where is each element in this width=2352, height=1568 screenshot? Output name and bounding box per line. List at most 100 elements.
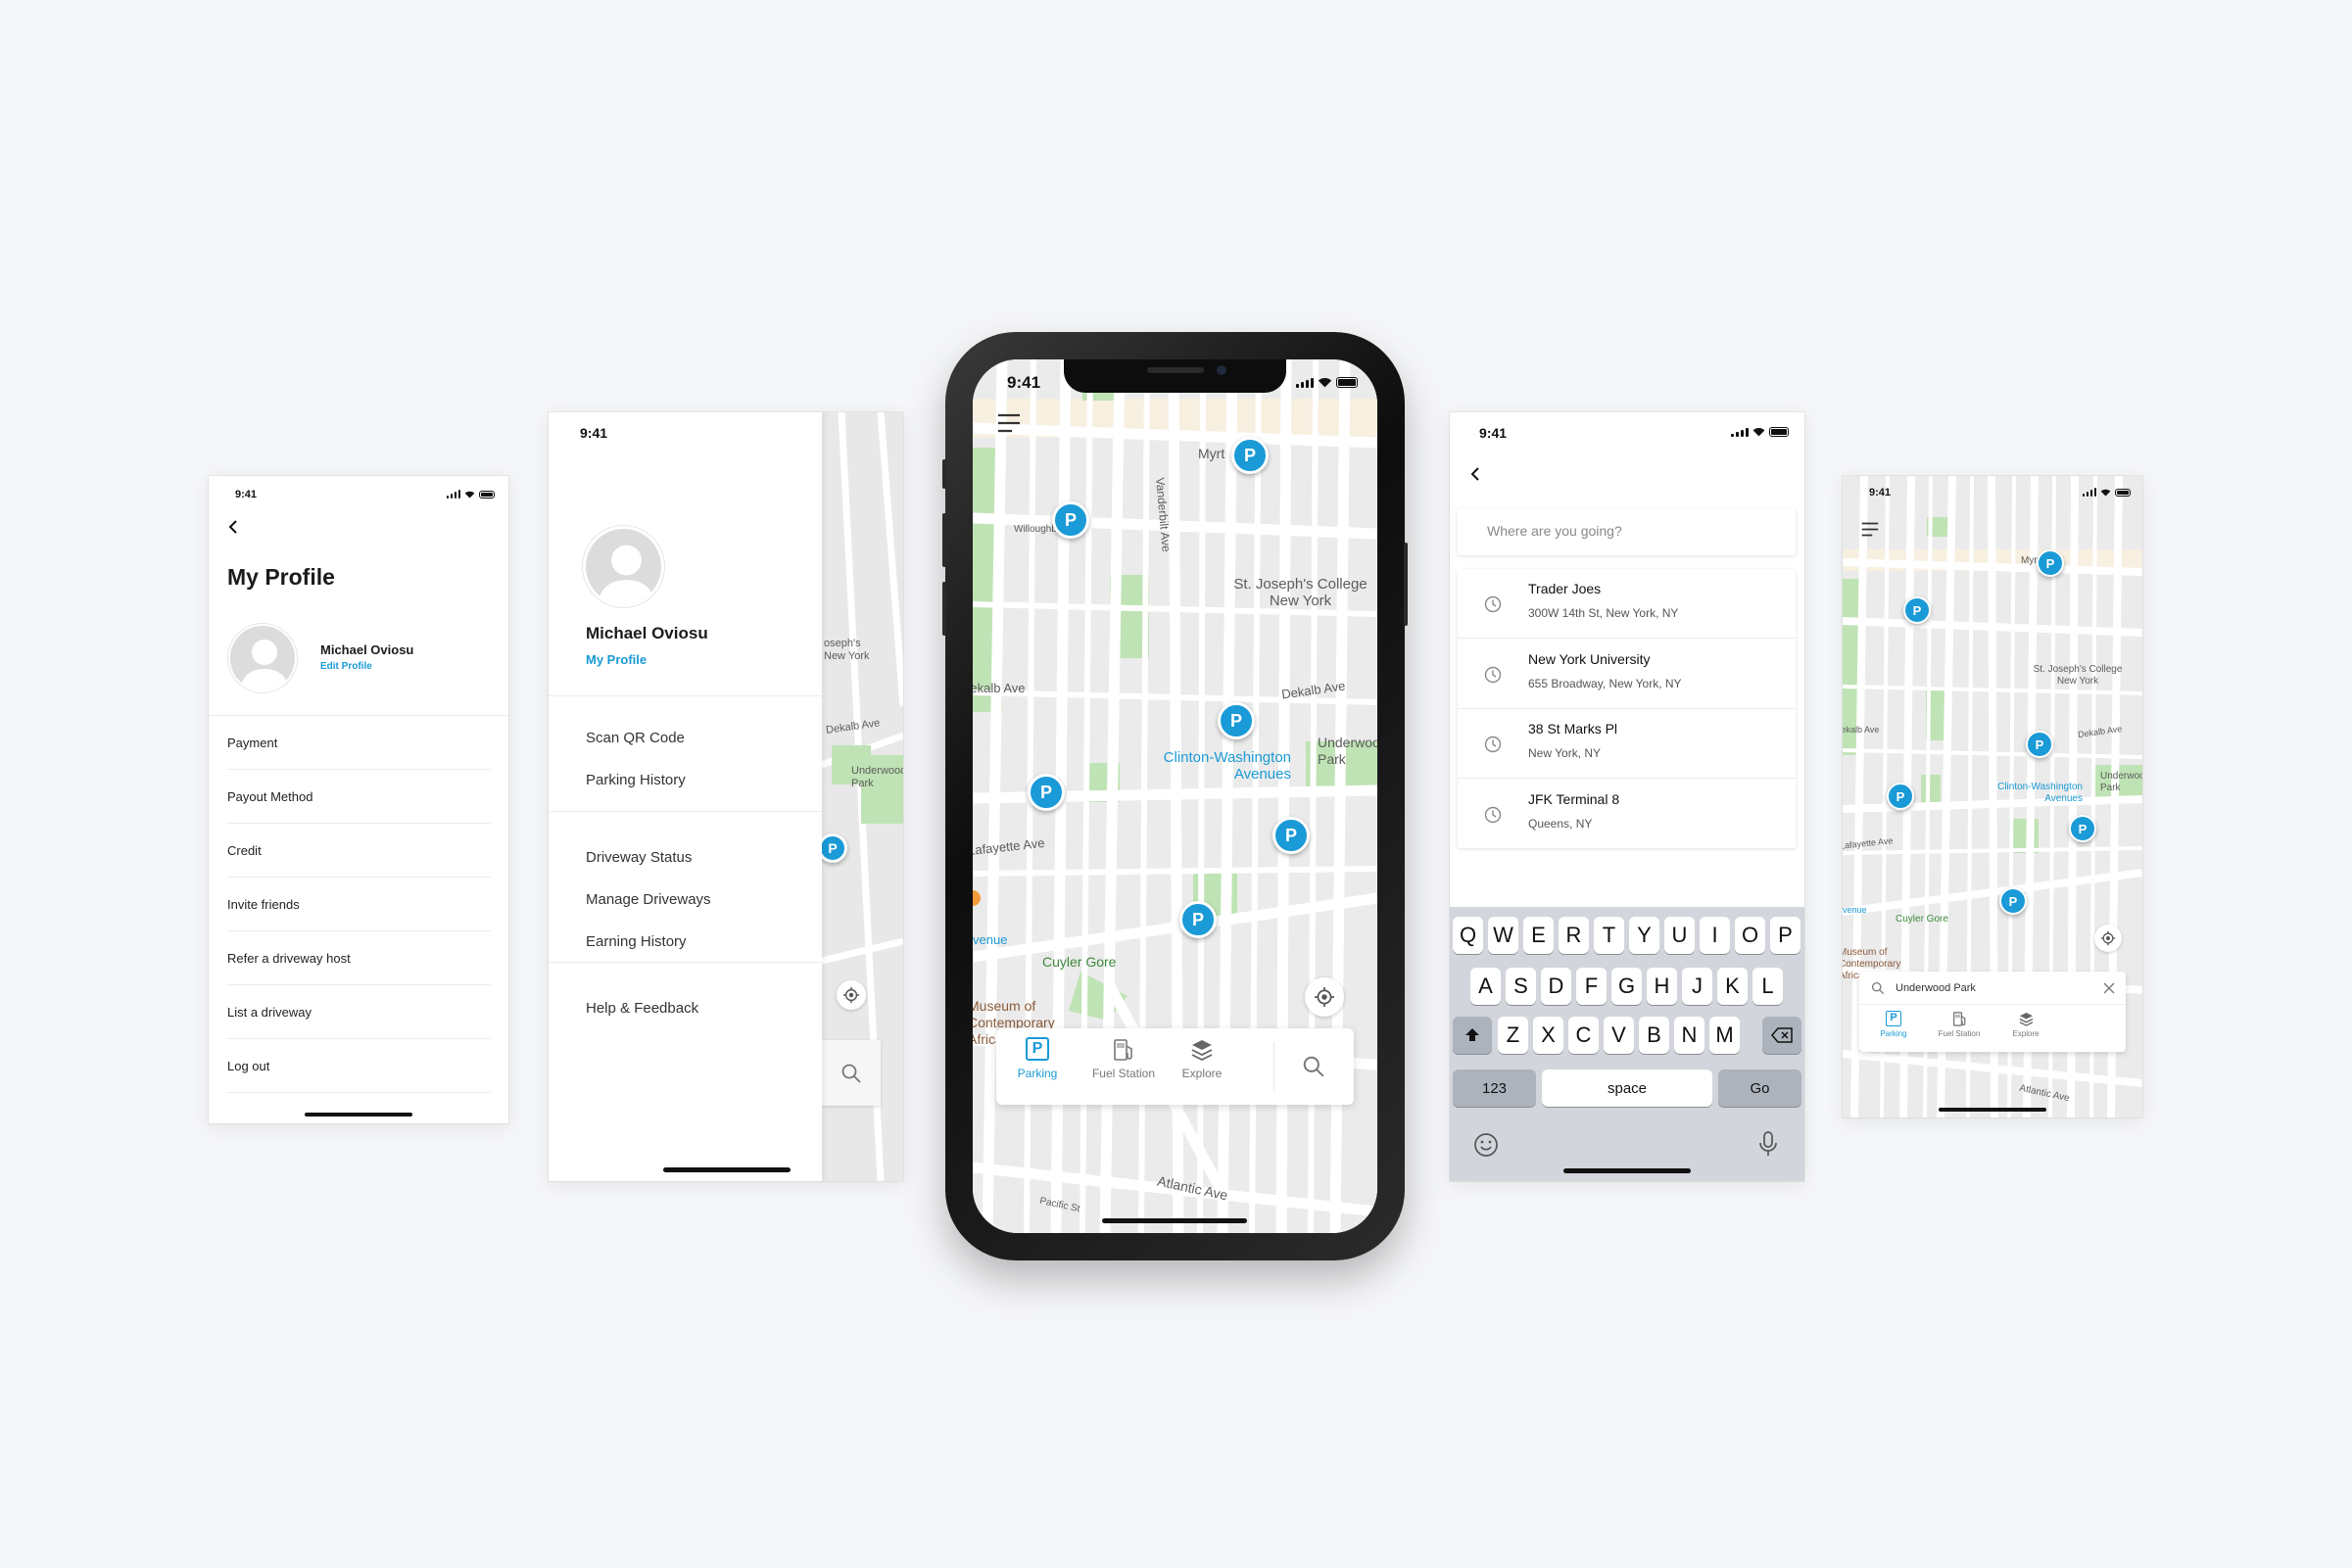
parking-pin[interactable]: P [1179,901,1217,938]
parking-pin[interactable]: P [1218,702,1255,739]
emoji-icon[interactable] [1473,1132,1499,1158]
hamburger-menu-icon[interactable] [997,413,1021,433]
battery-icon [479,490,495,499]
numbers-key[interactable]: 123 [1453,1069,1536,1107]
parking-pin[interactable]: P [1999,887,2027,915]
keyboard-key[interactable]: B [1639,1017,1669,1054]
phone-side-button [1404,543,1408,626]
parking-pin[interactable]: P [1272,817,1310,854]
go-key[interactable]: Go [1718,1069,1801,1107]
status-time: 9:41 [1479,425,1508,441]
edit-profile-link[interactable]: Edit Profile [320,661,372,672]
drawer-menu-item[interactable]: Driveway Status [586,849,692,866]
keyboard-key[interactable]: C [1568,1017,1599,1054]
search-result-row[interactable]: Trader Joes 300W 14th St, New York, NY [1458,569,1796,639]
profile-menu-item[interactable]: Payout Method [227,770,491,824]
drawer-menu-item[interactable]: Help & Feedback [586,1000,698,1017]
profile-menu-item[interactable]: List a driveway [227,985,491,1039]
back-arrow-icon[interactable] [1469,466,1481,482]
parking-pin[interactable]: P [1887,783,1914,810]
keyboard-key[interactable]: Y [1629,917,1659,954]
keyboard-key[interactable]: S [1506,968,1536,1005]
profile-menu-item[interactable]: Credit [227,824,491,878]
profile-menu-item[interactable]: Invite friends [227,878,491,931]
parking-pin[interactable]: P [1052,501,1089,539]
keyboard-key[interactable]: L [1752,968,1783,1005]
keyboard-key[interactable]: V [1604,1017,1634,1054]
layers-icon [2019,1012,2033,1026]
search-result-row[interactable]: JFK Terminal 8 Queens, NY [1458,780,1796,849]
drawer-user-name: Michael Oviosu [586,624,708,642]
nav-explore[interactable]: Explore [2001,1011,2050,1038]
status-time: 9:41 [235,489,258,500]
keyboard-key[interactable]: M [1709,1017,1740,1054]
keyboard-key[interactable]: E [1523,917,1554,954]
close-icon[interactable] [2103,982,2115,994]
parking-pin[interactable]: P [2026,731,2053,758]
map-label-cuyler-gore: Cuyler Gore [1042,954,1117,970]
home-indicator [305,1113,412,1117]
my-profile-link[interactable]: My Profile [586,652,647,667]
speaker [1147,367,1204,373]
drawer-menu-item[interactable]: Manage Driveways [586,891,711,908]
map-label-clinton-washington: Clinton-Washington Avenues [1997,782,2083,804]
keyboard-key[interactable]: T [1594,917,1624,954]
drawer-menu-item[interactable]: Scan QR Code [586,730,685,746]
microphone-icon[interactable] [1758,1130,1778,1158]
keyboard-key[interactable]: A [1470,968,1501,1005]
keyboard-key[interactable]: R [1559,917,1589,954]
nav-parking[interactable]: P Parking [1869,1011,1918,1038]
parking-pin[interactable]: P [1903,596,1931,624]
keyboard-key[interactable]: P [1770,917,1800,954]
keyboard-key[interactable]: F [1576,968,1607,1005]
drawer-menu-item[interactable]: Parking History [586,772,686,788]
parking-pin[interactable]: P [2037,549,2064,577]
locate-button[interactable] [2094,925,2122,952]
keyboard-key[interactable]: W [1488,917,1518,954]
keyboard-key[interactable]: Q [1453,917,1483,954]
keyboard-key[interactable]: D [1541,968,1571,1005]
space-key[interactable]: space [1542,1069,1712,1107]
nav-explore[interactable]: Explore [1168,1037,1236,1080]
search-result-row[interactable]: 38 St Marks Pl New York, NY [1458,709,1796,779]
keyboard-key[interactable]: O [1735,917,1765,954]
locate-button[interactable] [837,980,866,1010]
bottom-nav-bar: P Parking Fuel Station Explore [996,1028,1354,1105]
search-input[interactable]: Underwood Park [1896,982,1976,994]
drawer-panel: 9:41 Michael Oviosu My Profile Scan QR C… [549,412,822,1181]
divider [549,695,822,696]
hamburger-menu-icon[interactable] [1861,522,1879,537]
keyboard-key[interactable]: U [1664,917,1695,954]
nav-fuel-station[interactable]: Fuel Station [1084,1037,1163,1080]
nav-parking[interactable]: P Parking [1008,1037,1067,1080]
backspace-key[interactable] [1762,1017,1801,1054]
search-icon [1871,981,1885,995]
map-search-button[interactable] [822,1040,881,1106]
nav-fuel-station[interactable]: Fuel Station [1930,1011,1989,1038]
keyboard-key[interactable]: N [1674,1017,1704,1054]
keyboard-key[interactable]: H [1647,968,1677,1005]
search-icon[interactable] [1302,1055,1325,1078]
keyboard-key[interactable]: Z [1498,1017,1528,1054]
parking-pin[interactable]: P [1028,774,1065,811]
parking-pin[interactable]: P [1231,437,1269,474]
profile-menu-item[interactable]: Log out [227,1039,491,1093]
phone-side-button [942,513,946,567]
shift-key[interactable] [1453,1017,1492,1054]
parking-pin[interactable]: P [2069,815,2096,842]
locate-button[interactable] [1305,977,1344,1017]
map-label-st-joseph: St. Joseph's College New York [1233,576,1368,609]
profile-menu-item[interactable]: Payment [227,716,491,770]
keyboard-key[interactable]: G [1611,968,1642,1005]
profile-menu-item[interactable]: Refer a driveway host [227,931,491,985]
search-input[interactable]: Where are you going? [1458,508,1796,555]
keyboard-key[interactable]: X [1533,1017,1563,1054]
keyboard-key[interactable]: K [1717,968,1748,1005]
nav-explore-label: Explore [1181,1067,1223,1080]
search-result-row[interactable]: New York University 655 Broadway, New Yor… [1458,640,1796,709]
drawer-menu-item[interactable]: Earning History [586,933,687,950]
nav-parking-label: Parking [1017,1067,1058,1080]
keyboard-key[interactable]: J [1682,968,1712,1005]
keyboard-key[interactable]: I [1700,917,1730,954]
back-arrow-icon[interactable] [227,520,239,534]
